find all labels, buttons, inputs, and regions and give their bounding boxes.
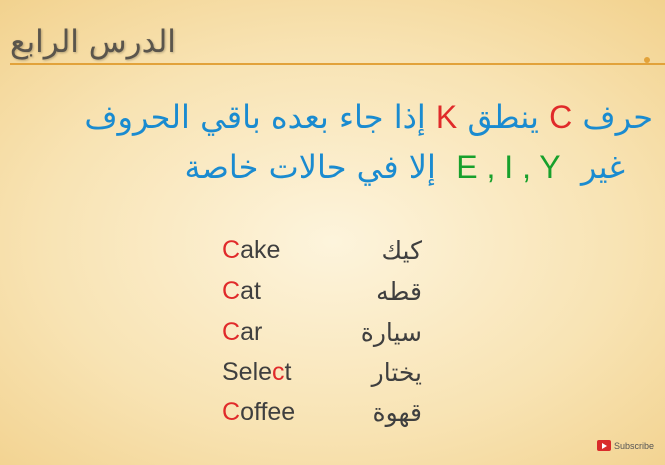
example-row: Select يختار (0, 358, 665, 396)
word-highlight: c (272, 358, 285, 386)
example-row: Car سيارة (0, 318, 665, 356)
example-word: Cake (222, 236, 280, 265)
title-rule-dot (644, 57, 650, 63)
line1-part3: إذا جاء بعده باقي الحروف (84, 98, 426, 136)
line2-part1: غير (580, 148, 625, 186)
line1-part2: ينطق (467, 98, 539, 136)
example-word: Coffee (222, 398, 295, 427)
word-highlight: C (222, 277, 241, 305)
word-prefix: Sele (222, 358, 273, 386)
example-row: Cake كيك (0, 236, 665, 274)
youtube-icon (597, 440, 611, 451)
word-rest: ake (240, 236, 281, 264)
word-rest: t (284, 358, 292, 386)
word-rest: offee (240, 398, 296, 426)
example-arabic: قطه (376, 277, 422, 306)
word-rest: at (240, 277, 261, 305)
word-highlight: C (222, 318, 241, 346)
example-arabic: يختار (371, 358, 422, 387)
word-rest: ar (240, 318, 263, 346)
example-row: Cat قطه (0, 277, 665, 315)
slide-title: الدرس الرابع (10, 24, 176, 60)
letter-c: C (549, 99, 573, 135)
line2-part2: إلا في حالات خاصة (184, 148, 436, 186)
example-arabic: قهوة (372, 398, 423, 427)
rule-text-line-2: غير E , I , Y إلا في حالات خاصة (185, 148, 625, 186)
subscribe-label: Subscribe (614, 440, 655, 451)
line1-part1: حرف (582, 98, 653, 136)
example-arabic: كيك (381, 236, 422, 265)
example-arabic: سيارة (360, 318, 422, 347)
word-highlight: C (222, 398, 241, 426)
title-rule (10, 63, 665, 65)
example-word: Car (222, 318, 262, 347)
exception-letters: E , I , Y (456, 149, 561, 185)
slide: الدرس الرابع حرف C ينطق K إذا جاء بعده ب… (0, 0, 665, 465)
example-word: Select (222, 358, 292, 387)
example-word: Cat (222, 277, 261, 306)
letter-k: K (435, 99, 458, 135)
word-highlight: C (222, 236, 241, 264)
example-row: Coffee قهوة (0, 398, 665, 436)
subscribe-button[interactable]: Subscribe (597, 440, 654, 451)
rule-text-line-1: حرف C ينطق K إذا جاء بعده باقي الحروف (84, 98, 653, 136)
